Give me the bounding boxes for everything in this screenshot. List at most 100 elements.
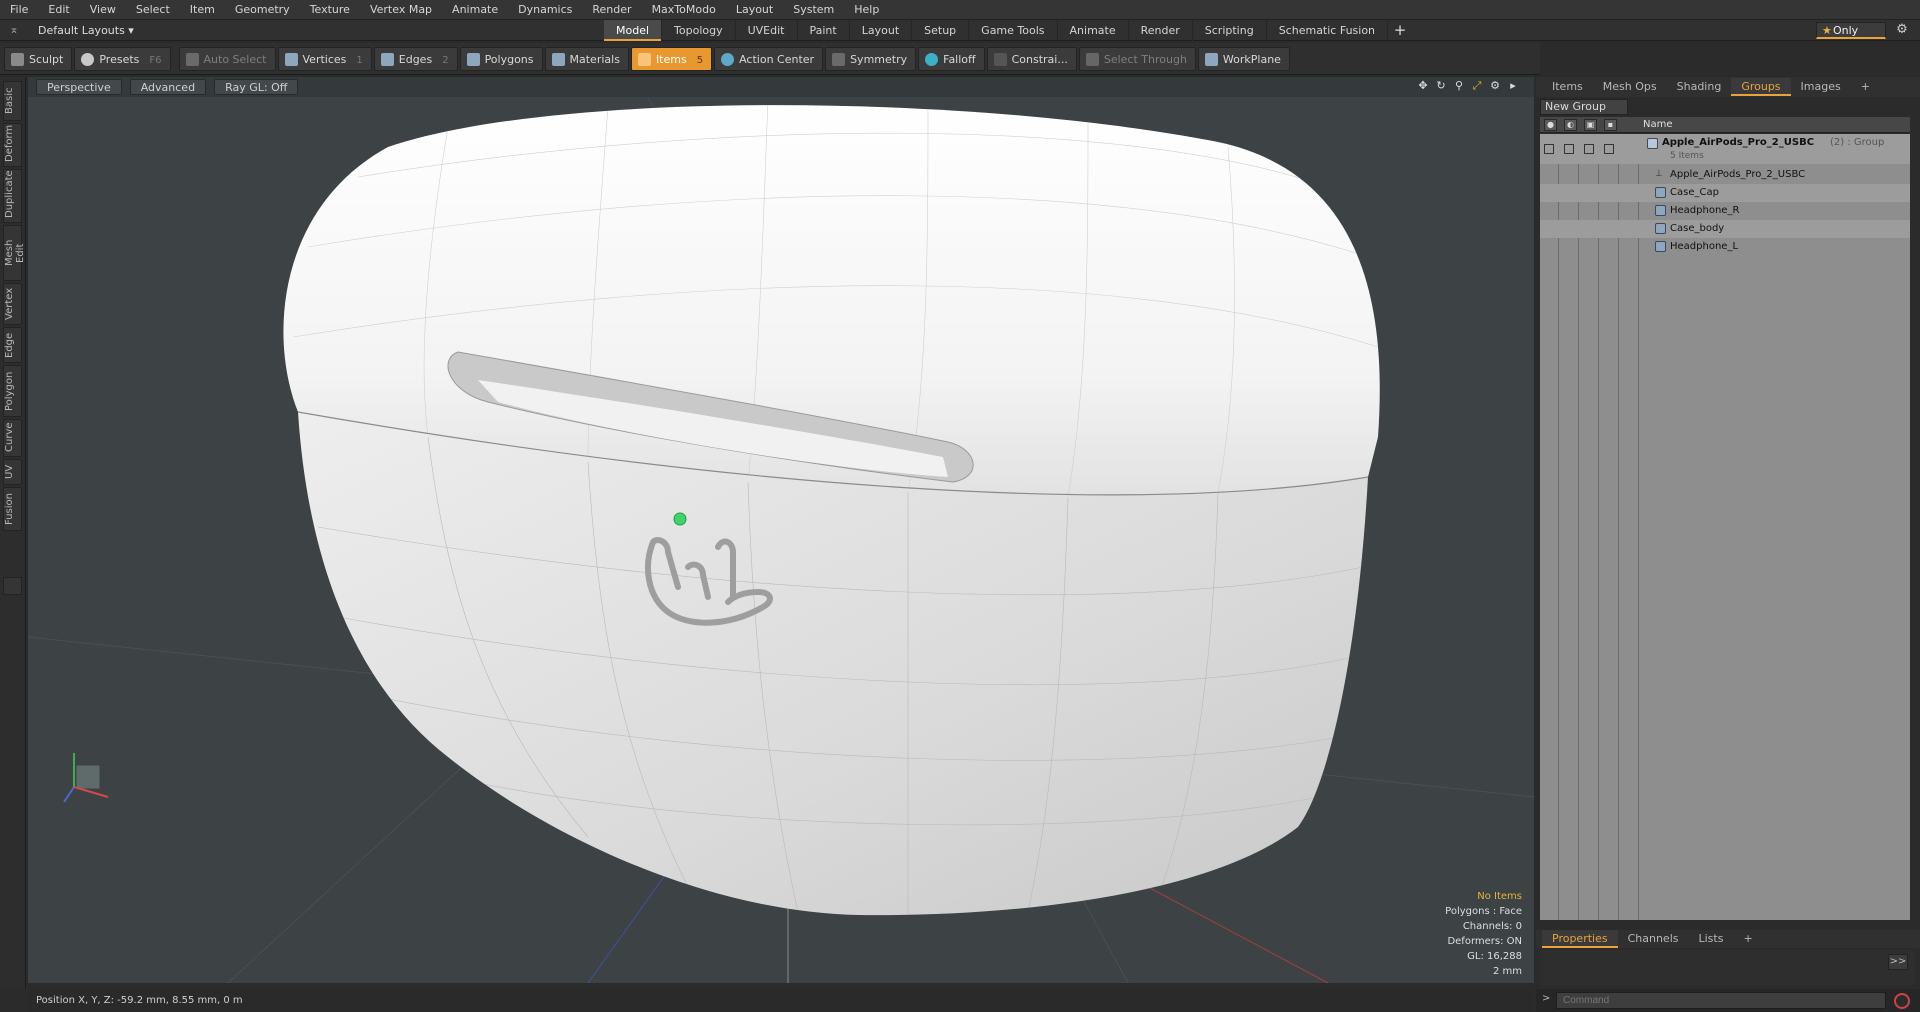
menu-geometry[interactable]: Geometry xyxy=(225,0,300,20)
list-item[interactable]: Headphone_R xyxy=(1540,202,1910,220)
vtab-mesh-edit[interactable]: Mesh Edit xyxy=(3,225,26,281)
vtab-deform[interactable]: Deform xyxy=(3,123,22,167)
group-render-icon[interactable] xyxy=(1564,144,1574,154)
action-center-button[interactable]: Action Center xyxy=(714,46,824,71)
sculpt-button[interactable]: Sculpt xyxy=(4,46,73,71)
new-group-button[interactable]: New Group xyxy=(1540,99,1628,115)
menu-texture[interactable]: Texture xyxy=(300,0,360,20)
pan-icon[interactable]: ✥ xyxy=(1416,79,1430,93)
rotate-icon[interactable]: ↻ xyxy=(1434,79,1448,93)
view-mode-dropdown[interactable]: Perspective xyxy=(36,79,122,95)
tab-paint[interactable]: Paint xyxy=(798,20,850,41)
tab-model[interactable]: Model xyxy=(604,20,663,41)
raygl-toggle[interactable]: Ray GL: Off xyxy=(214,79,299,95)
polygons-button[interactable]: Polygons xyxy=(459,46,543,71)
edges-button[interactable]: Edges 2 xyxy=(373,46,458,71)
layout-dropdown[interactable]: Default Layouts ▾ xyxy=(30,22,150,39)
tab-render[interactable]: Render xyxy=(1129,20,1193,41)
tab-groups[interactable]: Groups xyxy=(1731,78,1791,96)
menu-render[interactable]: Render xyxy=(582,0,641,20)
list-item[interactable]: ⊥ Apple_AirPods_Pro_2_USBC xyxy=(1540,166,1910,184)
airpods-case-render[interactable] xyxy=(28,97,1534,983)
list-item[interactable]: Case_Cap xyxy=(1540,184,1910,202)
tab-schematic-fusion[interactable]: Schematic Fusion xyxy=(1267,20,1389,41)
menu-select[interactable]: Select xyxy=(126,0,180,20)
menu-item[interactable]: Item xyxy=(180,0,225,20)
add-tab-button[interactable]: + xyxy=(1388,20,1412,41)
group-select-icon[interactable] xyxy=(1604,144,1614,154)
gear-icon[interactable]: ⚙ xyxy=(1894,22,1910,38)
tab-layout[interactable]: Layout xyxy=(850,20,913,41)
tab-properties[interactable]: Properties xyxy=(1542,930,1618,948)
vtab-fusion[interactable]: Fusion xyxy=(3,487,22,531)
group-lock-icon[interactable] xyxy=(1584,144,1594,154)
group-visibility-icon[interactable] xyxy=(1544,144,1554,154)
list-item[interactable]: Headphone_L xyxy=(1540,238,1910,256)
menu-layout[interactable]: Layout xyxy=(726,0,783,20)
edges-key: 2 xyxy=(442,54,449,66)
fit-icon[interactable]: ⤢ xyxy=(1470,79,1484,93)
panel-toggle-icon[interactable] xyxy=(3,577,22,595)
render-toggle-icon[interactable]: ◐ xyxy=(1564,119,1577,131)
vtab-duplicate[interactable]: Duplicate xyxy=(3,169,22,223)
auto-select-label: Auto Select xyxy=(203,52,267,66)
menu-file[interactable]: File xyxy=(0,0,38,20)
layout-collapse-icon[interactable]: ⌅ xyxy=(6,23,22,38)
tab-images[interactable]: Images xyxy=(1791,78,1851,96)
viewport-gear-icon[interactable]: ⚙ xyxy=(1488,79,1502,93)
3d-viewport[interactable]: Perspective Advanced Ray GL: Off ✥ ↻ ⚲ ⤢… xyxy=(28,77,1534,983)
tab-shading[interactable]: Shading xyxy=(1667,78,1732,96)
lock-icon[interactable]: ▣ xyxy=(1584,119,1597,131)
viewport-menu-arrow-icon[interactable]: ▸ xyxy=(1506,79,1520,93)
select-toggle-icon[interactable]: ▪ xyxy=(1604,119,1617,131)
add-properties-tab-button[interactable]: + xyxy=(1733,930,1762,948)
command-input[interactable] xyxy=(1556,992,1886,1009)
group-row[interactable]: Apple_AirPods_Pro_2_USBC (2) : Group 5 I… xyxy=(1540,134,1910,164)
select-through-button[interactable]: Select Through xyxy=(1078,46,1196,71)
menu-vertex-map[interactable]: Vertex Map xyxy=(360,0,442,20)
symmetry-button[interactable]: Symmetry xyxy=(825,46,917,71)
vtab-uv[interactable]: UV xyxy=(3,459,22,485)
tab-uvedit[interactable]: UVEdit xyxy=(736,20,798,41)
vtab-edge[interactable]: Edge xyxy=(3,327,22,363)
workplane-button[interactable]: WorkPlane xyxy=(1197,46,1290,71)
falloff-button[interactable]: Falloff xyxy=(918,46,985,71)
tab-setup[interactable]: Setup xyxy=(912,20,970,41)
vtab-curve[interactable]: Curve xyxy=(3,419,22,457)
menu-maxtomodo[interactable]: MaxToModo xyxy=(642,0,726,20)
auto-select-button[interactable]: Auto Select xyxy=(178,46,276,71)
items-button[interactable]: Items 5 xyxy=(630,46,713,71)
vtab-vertex[interactable]: Vertex xyxy=(3,283,22,325)
tab-game-tools[interactable]: Game Tools xyxy=(969,20,1058,41)
visibility-eye-icon[interactable]: ● xyxy=(1544,119,1557,131)
presets-button[interactable]: Presets F6 xyxy=(74,46,171,71)
vertices-button[interactable]: Vertices 1 xyxy=(277,46,372,71)
constrain-button[interactable]: Constrai... xyxy=(986,46,1077,71)
list-item[interactable]: Case_body xyxy=(1540,220,1910,238)
tab-animate[interactable]: Animate xyxy=(1058,20,1129,41)
viewport-info-overlay: No Items Polygons : Face Channels: 0 Def… xyxy=(1445,889,1522,979)
item-label: Apple_AirPods_Pro_2_USBC xyxy=(1670,169,1806,180)
group-item-count: 5 Items xyxy=(1670,151,1704,161)
tab-items[interactable]: Items xyxy=(1542,78,1593,96)
menu-view[interactable]: View xyxy=(80,0,126,20)
tab-mesh-ops[interactable]: Mesh Ops xyxy=(1593,78,1667,96)
vtab-basic[interactable]: Basic xyxy=(3,81,22,121)
record-macro-icon[interactable] xyxy=(1894,993,1910,1009)
expand-button[interactable]: >> xyxy=(1888,954,1908,970)
add-panel-tab-button[interactable]: + xyxy=(1851,78,1880,96)
tab-lists[interactable]: Lists xyxy=(1689,930,1734,948)
vtab-polygon[interactable]: Polygon xyxy=(3,365,22,417)
info-selection: No Items xyxy=(1477,891,1522,902)
tab-channels[interactable]: Channels xyxy=(1618,930,1689,948)
tab-topology[interactable]: Topology xyxy=(662,20,736,41)
shading-dropdown[interactable]: Advanced xyxy=(129,79,207,95)
menu-animate[interactable]: Animate xyxy=(442,0,508,20)
materials-button[interactable]: Materials xyxy=(544,46,629,71)
menu-edit[interactable]: Edit xyxy=(38,0,79,20)
menu-dynamics[interactable]: Dynamics xyxy=(508,0,582,20)
menu-system[interactable]: System xyxy=(783,0,844,20)
tab-scripting[interactable]: Scripting xyxy=(1193,20,1267,41)
menu-help[interactable]: Help xyxy=(844,0,889,20)
zoom-icon[interactable]: ⚲ xyxy=(1452,79,1466,93)
